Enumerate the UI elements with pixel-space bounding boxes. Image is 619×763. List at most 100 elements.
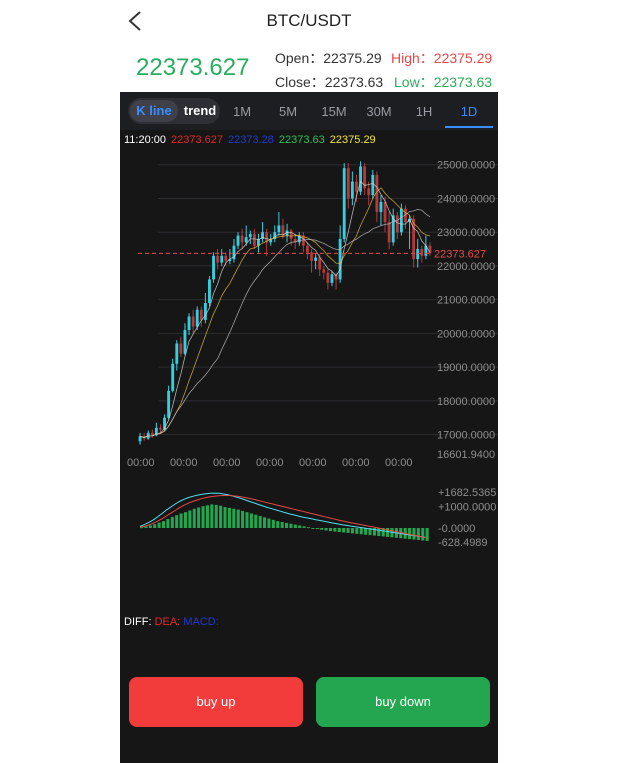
macd-histogram-bar	[258, 516, 262, 528]
candle-body	[195, 309, 199, 327]
macd-histogram-bar	[364, 528, 368, 535]
candle-body	[399, 208, 403, 233]
candle-body	[252, 233, 256, 246]
candle-body	[248, 233, 252, 238]
interval-1m[interactable]: 1M	[224, 104, 260, 119]
legend-ma1: 22373.627	[171, 134, 224, 146]
candle-body	[203, 303, 207, 320]
buy-down-button[interactable]: buy down	[316, 677, 490, 727]
macd-histogram-bar	[245, 512, 249, 528]
x-tick-label: 00:00	[299, 457, 327, 469]
chart-mode-toggle[interactable]: K line trend	[128, 98, 220, 124]
candle-body	[159, 427, 162, 430]
macd-histogram-bar	[263, 517, 267, 528]
candle-body	[171, 363, 175, 391]
y-tick-label: 23000.0000	[437, 227, 495, 239]
candle-body	[395, 215, 399, 233]
y-tick-label: 19000.0000	[437, 362, 495, 374]
candle-body	[346, 168, 350, 199]
y-tick-label: 21000.0000	[437, 295, 495, 307]
candle-body	[289, 230, 293, 239]
kline-chart[interactable]: 25000.0000 24000.0000 23000.0000 22000.0000…	[120, 130, 498, 610]
macd-histogram-bar	[153, 524, 157, 528]
interval-5m[interactable]: 5M	[270, 104, 306, 119]
candle-body	[208, 279, 211, 304]
macd-histogram-bar	[315, 528, 319, 529]
close-stat: Close：22373.63	[275, 72, 383, 92]
candle-body	[420, 249, 424, 256]
y-tick-label: 25000.0000	[437, 160, 495, 172]
macd-histogram-bar	[170, 516, 174, 528]
candle-body	[359, 166, 362, 192]
moving-average-line	[139, 187, 431, 438]
macd-histogram-bar	[350, 528, 354, 534]
candle-body	[191, 316, 195, 327]
interval-15m[interactable]: 15M	[316, 104, 352, 119]
interval-1d[interactable]: 1D	[445, 104, 493, 128]
candle-body	[175, 343, 179, 364]
macd-histogram-bar	[227, 507, 231, 528]
macd-histogram-bar	[425, 528, 429, 541]
macd-histogram-bar	[183, 512, 188, 528]
macd-histogram-bar	[249, 513, 253, 528]
macd-histogram-bar	[267, 518, 271, 528]
interval-1h[interactable]: 1H	[406, 104, 442, 119]
candle-body	[212, 255, 215, 280]
tab-kline[interactable]: K line	[130, 100, 178, 122]
macd-histogram-bar	[280, 522, 284, 528]
low-stat: Low：22373.63	[394, 72, 492, 92]
macd-histogram-bar	[416, 528, 420, 541]
y-tick-label: 22000.0000	[437, 261, 495, 273]
chart-legend: 11:20:00 22373.627 22373.28 22373.63 22375.2…	[124, 134, 381, 146]
macd-histogram-bar	[157, 522, 161, 528]
moving-average-line	[139, 208, 431, 438]
candle-body	[367, 188, 371, 196]
current-price-label: 22373.627	[434, 248, 486, 260]
candle-body	[314, 257, 318, 261]
macd-histogram-bar	[289, 523, 293, 528]
candle-body	[224, 255, 228, 261]
macd-histogram-bar	[232, 508, 236, 528]
x-tick-label: 00:00	[213, 457, 241, 469]
y-tick-label: 18000.0000	[437, 396, 495, 408]
buy-up-button[interactable]: buy up	[129, 677, 303, 727]
candle-body	[199, 309, 203, 320]
x-tick-label: 00:00	[342, 457, 370, 469]
candle-body	[138, 436, 142, 442]
candle-body	[342, 168, 346, 239]
app-screen: BTC/USDT 22373.627 Open：22375.29 High：22…	[120, 0, 498, 763]
macd-diff-line	[139, 492, 426, 538]
macd-histogram-bar	[166, 519, 170, 528]
candle-body	[416, 249, 420, 260]
low-value: 22373.63	[433, 74, 493, 90]
macd-histogram-bar	[276, 521, 280, 528]
macd-histogram-bar	[205, 505, 209, 528]
tab-trend[interactable]: trend	[180, 100, 220, 122]
candle-body	[187, 316, 191, 331]
open-label: Open：	[275, 50, 324, 66]
open-stat: Open：22375.29	[275, 48, 382, 68]
candle-body	[383, 201, 387, 223]
legend-ma3: 22373.63	[278, 134, 325, 146]
macd-histogram-bar	[148, 525, 152, 528]
macd-histogram-bar	[223, 507, 227, 528]
interval-30m[interactable]: 30M	[361, 104, 397, 119]
macd-histogram-bar	[412, 528, 416, 540]
macd-histogram-bar	[311, 528, 315, 529]
macd-histogram-bar	[421, 528, 425, 541]
macd-histogram-bar	[333, 528, 337, 532]
macd-histogram-bar	[328, 528, 333, 532]
candle-body	[236, 235, 240, 246]
candle-body	[326, 272, 330, 283]
legend-time: 11:20:00	[124, 134, 167, 146]
macd-histogram-bar	[179, 513, 183, 528]
x-tick-label: 00:00	[256, 457, 284, 469]
macd-histogram-bar	[285, 522, 289, 528]
macd-histogram-bar	[210, 504, 214, 528]
close-label: Close：	[275, 74, 325, 90]
low-label: Low：	[394, 74, 434, 90]
candle-body	[387, 222, 391, 243]
macd-histogram-bar	[219, 505, 223, 528]
macd-axis-label: +1000.0000	[438, 502, 496, 514]
y-min-label: 16601.9400	[437, 449, 495, 461]
